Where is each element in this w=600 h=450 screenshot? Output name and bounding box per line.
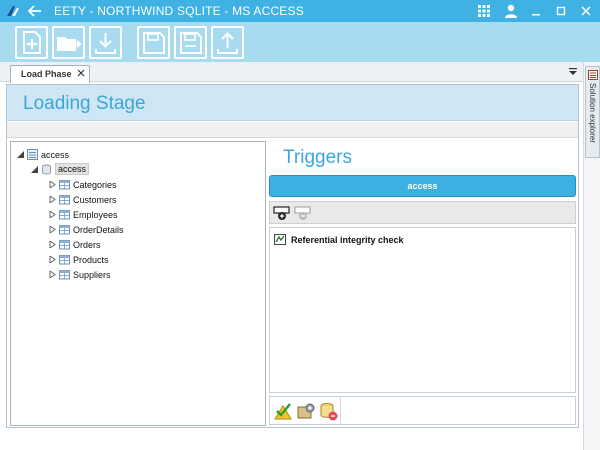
triggers-title: Triggers — [283, 147, 352, 168]
tree-table-label: Categories — [73, 180, 117, 190]
cylinder-icon — [42, 164, 51, 175]
tab-strip: Load Phase — [0, 62, 583, 83]
back-arrow-icon[interactable] — [26, 2, 44, 20]
open-button[interactable] — [52, 26, 85, 59]
expand-icon[interactable] — [49, 226, 56, 233]
tab-label: Load Phase — [21, 69, 72, 79]
add-trigger-icon[interactable] — [273, 205, 291, 221]
remove-trigger-icon[interactable] — [294, 205, 312, 221]
footer-divider — [340, 397, 341, 424]
expand-icon[interactable] — [49, 271, 56, 278]
expand-icon[interactable] — [49, 181, 56, 188]
window-title: EETY - NORTHWIND SQLITE - MS ACCESS — [54, 4, 304, 18]
tree-table-label: Orders — [73, 240, 101, 250]
table-icon — [59, 255, 70, 265]
user-icon[interactable] — [503, 3, 519, 19]
minimize-icon[interactable] — [528, 3, 544, 19]
database-run-icon[interactable] — [317, 400, 339, 422]
save-all-icon — [180, 32, 202, 54]
title-bar: EETY - NORTHWIND SQLITE - MS ACCESS — [0, 0, 600, 22]
open-folder-icon — [57, 37, 82, 51]
tree-database-label: access — [55, 163, 90, 175]
tree-table-label: Suppliers — [73, 270, 111, 280]
new-document-icon — [23, 31, 41, 54]
table-icon — [59, 180, 70, 190]
tree-root-label: access — [41, 150, 70, 160]
stage-subbar — [7, 122, 578, 138]
right-sidebar: Solution explorer — [583, 62, 600, 450]
table-icon — [59, 270, 70, 280]
validate-icon[interactable] — [272, 400, 294, 422]
upload-icon — [217, 32, 238, 54]
tab-overflow-icon[interactable] — [568, 68, 578, 76]
solution-explorer-icon — [588, 70, 598, 80]
main-panel: Loading Stage access access Categories C… — [6, 84, 579, 428]
source-tree[interactable]: access access Categories Customers Emplo… — [10, 141, 266, 426]
table-icon — [59, 210, 70, 220]
close-tab-icon[interactable] — [75, 67, 87, 79]
triggers-db-label: access — [407, 181, 438, 191]
tree-table-label: Products — [73, 255, 109, 265]
maximize-icon[interactable] — [553, 3, 569, 19]
solution-explorer-tab[interactable]: Solution explorer — [585, 66, 600, 158]
collapse-icon[interactable] — [17, 151, 24, 158]
triggers-toolbar — [269, 201, 576, 224]
upload-button[interactable] — [211, 26, 244, 59]
save-button[interactable] — [137, 26, 170, 59]
close-icon[interactable] — [578, 3, 594, 19]
database-icon — [27, 149, 38, 160]
generate-icon[interactable] — [295, 400, 317, 422]
triggers-panel: Triggers access Referential integrity ch… — [269, 141, 577, 426]
collapse-icon[interactable] — [31, 166, 38, 173]
app-logo-icon — [7, 6, 19, 16]
triggers-footer — [269, 396, 576, 425]
page-title: Loading Stage — [23, 93, 146, 114]
expand-icon[interactable] — [49, 241, 56, 248]
expand-icon[interactable] — [49, 256, 56, 263]
expand-icon[interactable] — [49, 211, 56, 218]
expand-icon[interactable] — [49, 196, 56, 203]
save-icon — [143, 32, 165, 54]
download-icon — [95, 33, 116, 54]
tree-table-label: Customers — [73, 195, 117, 205]
triggers-db-selector[interactable]: access — [269, 175, 576, 197]
solution-explorer-label: Solution explorer — [588, 83, 597, 144]
trigger-label: Referential integrity check — [291, 235, 404, 245]
toolbar — [0, 22, 600, 62]
table-icon — [59, 195, 70, 205]
tree-table-label: Employees — [73, 210, 118, 220]
save-all-button[interactable] — [174, 26, 207, 59]
table-icon — [59, 240, 70, 250]
download-button[interactable] — [89, 26, 122, 59]
grid-apps-icon[interactable] — [476, 3, 492, 19]
triggers-list[interactable]: Referential integrity check — [269, 227, 576, 393]
stage-header: Loading Stage — [7, 85, 578, 121]
tree-table-label: OrderDetails — [73, 225, 124, 235]
new-button[interactable] — [15, 26, 48, 59]
table-icon — [59, 225, 70, 235]
tab-load-phase[interactable]: Load Phase — [10, 65, 90, 83]
trigger-icon — [274, 234, 286, 245]
